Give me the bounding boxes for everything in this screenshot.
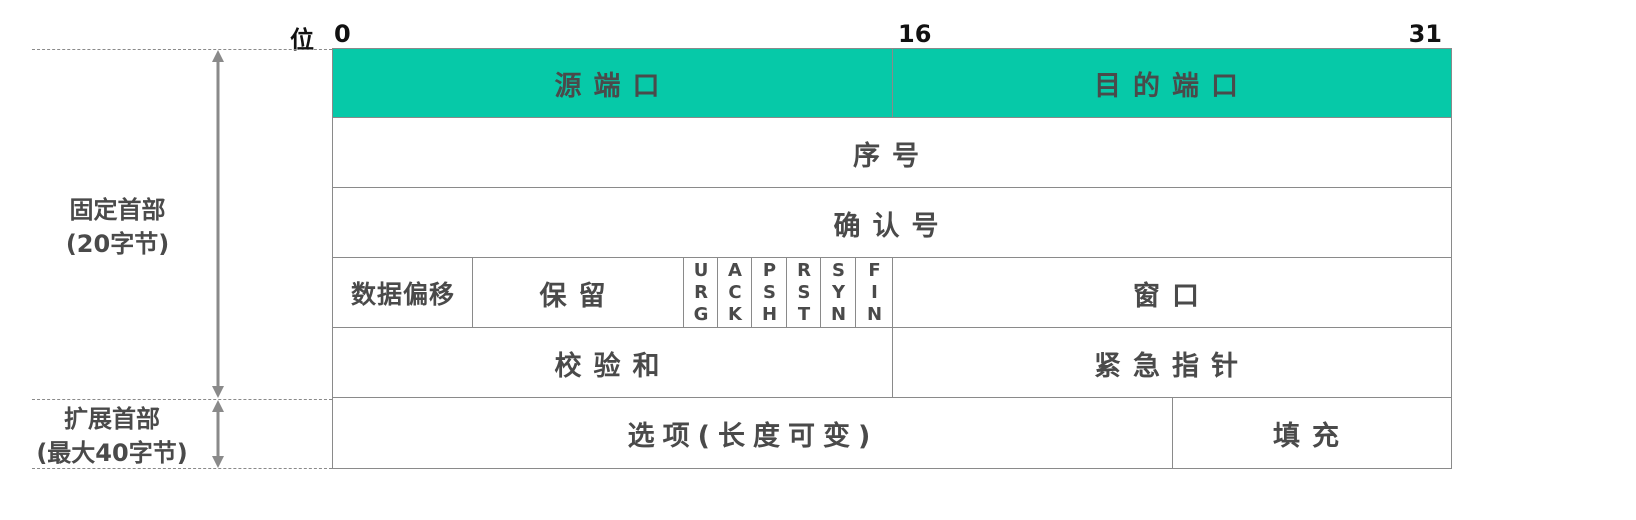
extended-header-label-line2: (最大40字节) xyxy=(36,439,188,467)
window-field: 窗口 xyxy=(892,257,1452,329)
flag-rst-char-2: S xyxy=(797,282,811,303)
flag-syn-char-3: N xyxy=(830,304,847,325)
dest-port-field: 目的端口 xyxy=(892,48,1452,119)
flag-urg-char-2: R xyxy=(694,282,708,303)
flag-rst-char-1: R xyxy=(797,260,811,281)
flag-rst-char-3: T xyxy=(797,304,811,325)
extended-header-label-line1: 扩展首部 xyxy=(64,405,160,433)
ack-number-field: 确认号 xyxy=(332,187,1452,259)
flag-ack-char-1: A xyxy=(728,260,742,281)
flag-syn: S Y N xyxy=(820,257,857,329)
extended-header-label: 扩展首部 (最大40字节) xyxy=(22,402,202,470)
extended-header-arrow-up xyxy=(212,400,224,412)
fixed-header-arrow-down xyxy=(212,386,224,398)
flag-psh: P S H xyxy=(751,257,788,329)
checksum-field: 校验和 xyxy=(332,327,894,399)
flag-ack: A C K xyxy=(717,257,753,329)
flag-fin-char-1: F xyxy=(868,260,881,281)
sequence-number-field: 序号 xyxy=(332,117,1452,189)
flag-psh-char-2: S xyxy=(763,282,776,303)
flag-ack-char-2: C xyxy=(728,282,742,303)
flag-fin-char-3: N xyxy=(866,304,883,325)
padding-field: 填充 xyxy=(1172,397,1452,469)
fixed-header-label: 固定首部 (20字节) xyxy=(30,193,205,261)
source-port-field: 源端口 xyxy=(332,48,894,119)
fixed-header-label-line1: 固定首部 xyxy=(69,196,166,224)
data-offset-field: 数据偏移 xyxy=(332,257,474,329)
flag-urg-char-3: G xyxy=(693,304,709,325)
flag-urg-char-1: U xyxy=(693,260,709,281)
fixed-header-label-line2: (20字节) xyxy=(65,230,170,258)
flag-urg: U R G xyxy=(683,257,719,329)
flag-rst: R S T xyxy=(786,257,822,329)
flag-psh-char-3: H xyxy=(761,304,778,325)
flag-syn-char-2: Y xyxy=(831,282,846,303)
options-field: 选项(长度可变) xyxy=(332,397,1174,469)
flag-psh-char-1: P xyxy=(762,260,777,281)
flag-ack-char-3: K xyxy=(728,304,742,325)
flag-fin-char-2: I xyxy=(871,282,878,303)
flag-syn-char-1: S xyxy=(832,260,845,281)
urgent-pointer-field: 紧急指针 xyxy=(892,327,1452,399)
flag-fin: F I N xyxy=(855,257,894,329)
fixed-header-arrow-up xyxy=(212,50,224,62)
extended-header-arrow-down xyxy=(212,456,224,468)
reserved-field: 保留 xyxy=(472,257,685,329)
